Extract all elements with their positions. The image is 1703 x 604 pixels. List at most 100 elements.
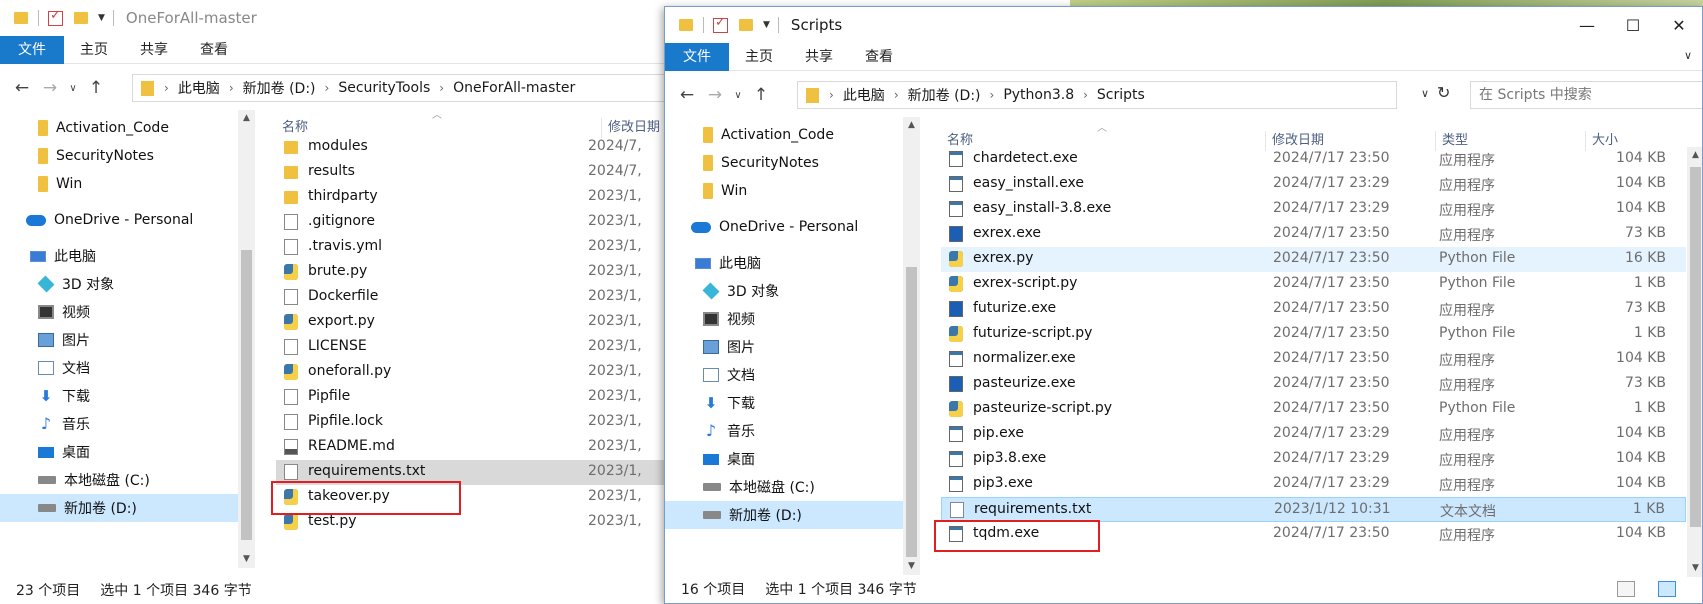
nav-item[interactable]: SecurityNotes xyxy=(0,142,255,170)
nav-item[interactable]: 此电脑 xyxy=(665,249,920,277)
file-row[interactable]: Pipfile 2023/1, xyxy=(276,385,664,410)
tab-share[interactable]: 共享 xyxy=(124,36,184,64)
nav-item[interactable]: Win xyxy=(0,170,255,198)
file-row[interactable]: Dockerfile 2023/1, xyxy=(276,285,664,310)
up-arrow-icon[interactable]: ↑ xyxy=(747,85,775,105)
chevron-right-icon[interactable]: › xyxy=(439,81,444,95)
tab-view[interactable]: 查看 xyxy=(849,43,909,71)
file-row[interactable]: pasteurize.exe 2024/7/17 23:50 应用程序 73 KB xyxy=(941,372,1686,397)
nav-item[interactable]: 本地磁盘 (C:) xyxy=(0,466,255,494)
breadcrumb-this-pc[interactable]: 此电脑 xyxy=(843,85,885,105)
chevron-down-icon[interactable]: ▼ xyxy=(98,13,105,23)
back-arrow-icon[interactable]: ← xyxy=(673,85,701,105)
address-dropdown-icon[interactable]: ∨ xyxy=(1421,87,1429,100)
scroll-up-icon[interactable]: ▲ xyxy=(903,117,920,134)
file-row[interactable]: requirements.txt 2023/1/12 10:31 文本文档 1 KB xyxy=(941,497,1686,522)
new-folder-icon[interactable] xyxy=(739,19,753,31)
scroll-up-icon[interactable]: ▲ xyxy=(238,110,255,127)
chevron-right-icon[interactable]: › xyxy=(829,88,834,102)
title-bar[interactable]: ▼ Scripts — ☐ ✕ xyxy=(665,7,1702,43)
nav-scrollbar[interactable]: ▲ ▼ xyxy=(238,110,255,568)
file-row[interactable]: exrex.exe 2024/7/17 23:50 应用程序 73 KB xyxy=(941,222,1686,247)
file-list-scrollbar[interactable]: ▲ ▼ xyxy=(1687,147,1702,577)
file-row[interactable]: pip.exe 2024/7/17 23:29 应用程序 104 KB xyxy=(941,422,1686,447)
nav-item[interactable]: ♪ 音乐 xyxy=(665,417,920,445)
forward-arrow-icon[interactable]: → xyxy=(36,78,64,98)
nav-item[interactable]: Activation_Code xyxy=(665,121,920,149)
file-row[interactable]: export.py 2023/1, xyxy=(276,310,664,335)
nav-item[interactable]: 此电脑 xyxy=(0,242,255,270)
file-row[interactable]: easy_install-3.8.exe 2024/7/17 23:29 应用程序 1… xyxy=(941,197,1686,222)
tab-home[interactable]: 主页 xyxy=(729,43,789,71)
list-view-icon[interactable] xyxy=(1658,581,1676,597)
nav-item[interactable]: 桌面 xyxy=(665,445,920,473)
nav-item[interactable]: Win xyxy=(665,177,920,205)
nav-item[interactable]: OneDrive - Personal xyxy=(665,213,920,241)
chevron-right-icon[interactable]: › xyxy=(229,81,234,95)
file-row[interactable]: chardetect.exe 2024/7/17 23:50 应用程序 104 KB xyxy=(941,147,1686,172)
nav-item[interactable]: 文档 xyxy=(0,354,255,382)
file-row[interactable]: pasteurize-script.py 2024/7/17 23:50 Pytho… xyxy=(941,397,1686,422)
breadcrumb-drive-d[interactable]: 新加卷 (D:) xyxy=(243,78,316,98)
breadcrumb[interactable]: › 此电脑 › 新加卷 (D:) › Python3.8 › Scripts xyxy=(797,81,1397,109)
chevron-right-icon[interactable]: › xyxy=(990,88,995,102)
up-arrow-icon[interactable]: ↑ xyxy=(82,78,110,98)
details-view-icon[interactable] xyxy=(1617,581,1635,597)
file-row[interactable]: takeover.py 2023/1, xyxy=(276,485,664,510)
file-row[interactable]: pip3.8.exe 2024/7/17 23:29 应用程序 104 KB xyxy=(941,447,1686,472)
new-folder-icon[interactable] xyxy=(74,12,88,24)
file-row[interactable]: exrex-script.py 2024/7/17 23:50 Python Fil… xyxy=(941,272,1686,297)
nav-item[interactable]: ⬇ 下载 xyxy=(0,382,255,410)
scroll-thumb[interactable] xyxy=(906,267,917,557)
scroll-thumb[interactable] xyxy=(1690,167,1701,527)
file-row[interactable]: requirements.txt 2023/1, xyxy=(276,460,664,485)
back-arrow-icon[interactable]: ← xyxy=(8,78,36,98)
breadcrumb-this-pc[interactable]: 此电脑 xyxy=(178,78,220,98)
chevron-down-icon[interactable]: ▼ xyxy=(763,20,770,30)
maximize-icon[interactable]: ☐ xyxy=(1610,7,1656,43)
file-row[interactable]: thirdparty 2023/1, xyxy=(276,185,664,210)
close-icon[interactable]: ✕ xyxy=(1656,7,1702,43)
nav-item[interactable]: SecurityNotes xyxy=(665,149,920,177)
ribbon-expand-icon[interactable]: ∨ xyxy=(1684,49,1692,62)
tab-home[interactable]: 主页 xyxy=(64,36,124,64)
file-row[interactable]: easy_install.exe 2024/7/17 23:29 应用程序 104 K… xyxy=(941,172,1686,197)
nav-item[interactable]: ♪ 音乐 xyxy=(0,410,255,438)
breadcrumb-oneforall[interactable]: OneForAll-master xyxy=(453,80,575,96)
file-row[interactable]: README.md 2023/1, xyxy=(276,435,664,460)
nav-item[interactable]: 3D 对象 xyxy=(665,277,920,305)
nav-item[interactable]: 视频 xyxy=(665,305,920,333)
breadcrumb-scripts[interactable]: Scripts xyxy=(1097,87,1145,103)
file-row[interactable]: oneforall.py 2023/1, xyxy=(276,360,664,385)
tab-share[interactable]: 共享 xyxy=(789,43,849,71)
nav-item[interactable]: 本地磁盘 (C:) xyxy=(665,473,920,501)
nav-item[interactable]: 新加卷 (D:) xyxy=(0,494,255,522)
scroll-down-icon[interactable]: ▼ xyxy=(238,551,255,568)
tab-file[interactable]: 文件 xyxy=(0,35,64,64)
nav-item[interactable]: 图片 xyxy=(0,326,255,354)
file-row[interactable]: exrex.py 2024/7/17 23:50 Python File 16 KB xyxy=(941,247,1686,272)
chevron-right-icon[interactable]: › xyxy=(1083,88,1088,102)
scroll-down-icon[interactable]: ▼ xyxy=(903,558,920,575)
file-row[interactable]: modules 2024/7, xyxy=(276,135,664,160)
breadcrumb-securitytools[interactable]: SecurityTools xyxy=(338,80,430,96)
file-row[interactable]: pip3.exe 2024/7/17 23:29 应用程序 104 KB xyxy=(941,472,1686,497)
properties-icon[interactable] xyxy=(713,15,728,33)
file-row[interactable]: tqdm.exe 2024/7/17 23:50 应用程序 104 KB xyxy=(941,522,1686,547)
minimize-icon[interactable]: — xyxy=(1564,7,1610,43)
file-row[interactable]: test.py 2023/1, xyxy=(276,510,664,535)
nav-item[interactable]: 文档 xyxy=(665,361,920,389)
file-row[interactable]: normalizer.exe 2024/7/17 23:50 应用程序 104 KB xyxy=(941,347,1686,372)
forward-arrow-icon[interactable]: → xyxy=(701,85,729,105)
nav-item[interactable]: OneDrive - Personal xyxy=(0,206,255,234)
file-row[interactable]: .gitignore 2023/1, xyxy=(276,210,664,235)
nav-item[interactable]: ⬇ 下载 xyxy=(665,389,920,417)
file-row[interactable]: futurize.exe 2024/7/17 23:50 应用程序 73 KB xyxy=(941,297,1686,322)
refresh-icon[interactable]: ↻ xyxy=(1437,83,1450,102)
file-row[interactable]: LICENSE 2023/1, xyxy=(276,335,664,360)
nav-scrollbar[interactable]: ▲ ▼ xyxy=(903,117,920,575)
properties-icon[interactable] xyxy=(48,8,63,26)
chevron-right-icon[interactable]: › xyxy=(325,81,330,95)
nav-item[interactable]: 桌面 xyxy=(0,438,255,466)
title-bar[interactable]: ▼ OneForAll-master xyxy=(0,0,664,36)
